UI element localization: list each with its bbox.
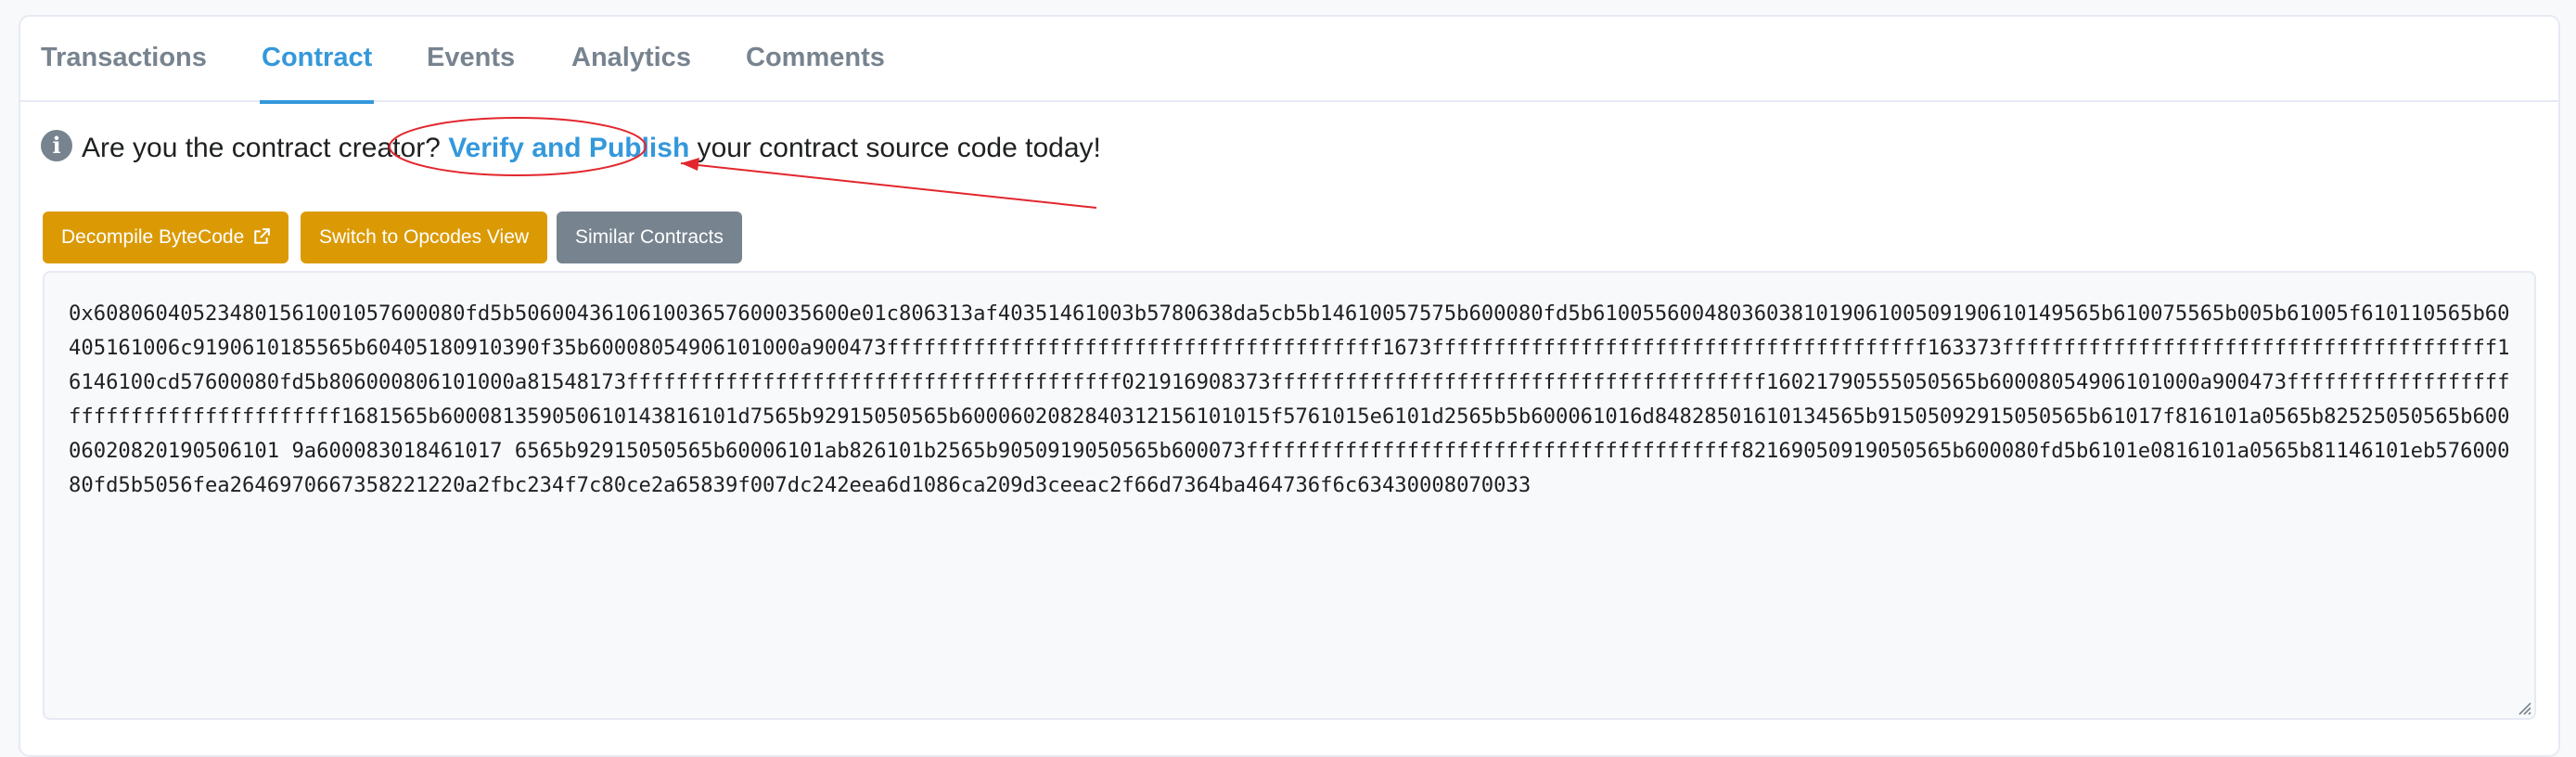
tab-comments[interactable]: Comments <box>746 17 885 102</box>
contract-card: Transactions Contract Events Analytics C… <box>19 15 2560 757</box>
bytecode-textarea[interactable]: 0x608060405234801561001057600080fd5b5060… <box>43 271 2536 720</box>
switch-to-opcodes-button[interactable]: Switch to Opcodes View <box>301 212 548 263</box>
annotation-arrow-line <box>680 162 1097 209</box>
verify-notice: Are you the contract creator? Verify and… <box>82 128 1101 169</box>
tab-events[interactable]: Events <box>427 17 515 102</box>
tab-bar: Transactions Contract Events Analytics C… <box>20 17 2558 104</box>
external-link-icon <box>254 228 271 244</box>
notice-prefix: Are you the contract creator? <box>82 133 449 163</box>
bytecode-text: 0x608060405234801561001057600080fd5b5060… <box>69 302 2510 497</box>
similar-contracts-button[interactable]: Similar Contracts <box>557 212 742 263</box>
notice-suffix: your contract source code today! <box>689 133 1101 163</box>
decompile-bytecode-button[interactable]: Decompile ByteCode <box>43 212 289 263</box>
tab-analytics[interactable]: Analytics <box>571 17 691 102</box>
verify-and-publish-link[interactable]: Verify and Publish <box>448 133 689 163</box>
tab-contract[interactable]: Contract <box>259 17 375 104</box>
decompile-bytecode-label: Decompile ByteCode <box>61 226 245 248</box>
tab-transactions[interactable]: Transactions <box>41 17 207 102</box>
info-icon: i <box>41 130 72 161</box>
resize-handle-icon[interactable] <box>2514 698 2532 716</box>
